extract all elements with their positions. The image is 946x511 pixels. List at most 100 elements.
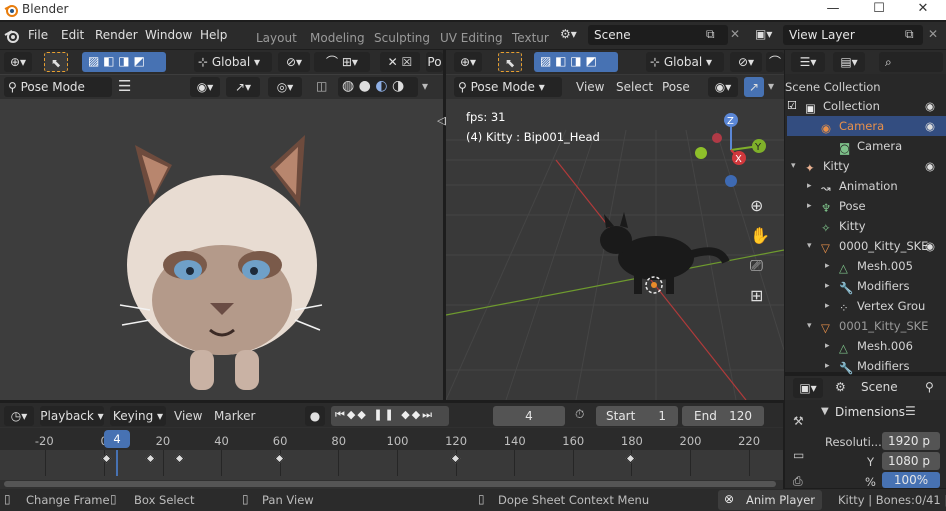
snap-toggle-icon[interactable]: ⌒ ⊞▾ [314,52,370,72]
timeline-menu-marker[interactable]: Marker [214,409,255,423]
resolution-percent-field[interactable]: 100% [882,472,940,488]
outliner-row[interactable]: ◉ Camera ◉ [787,116,946,136]
outliner-row[interactable]: ▸ ⁘ Vertex Grou [787,296,946,316]
transform-orientation-dropdown-right[interactable]: ⊹ Global ▾ [646,52,724,72]
maximize-button[interactable]: ☐ [856,0,902,20]
workspace-tab-uv-editing[interactable]: UV Editing [440,31,503,45]
expand-toggle-icon[interactable]: ▸ [807,176,812,196]
expand-toggle-icon[interactable]: ▾ [807,236,812,256]
timeline-editor-type-icon[interactable]: ◷▾ [4,406,34,426]
dimensions-expand-icon[interactable]: ▼ [821,406,829,417]
workspace-tab-layout[interactable]: Layout [256,31,297,45]
menu-help[interactable]: Help [200,28,227,42]
viewport-menu-pose[interactable]: Pose [662,80,690,94]
visibility-eye-icon[interactable]: ◉ [925,96,935,116]
close-window-button[interactable]: ✕ [900,0,946,20]
outliner-row[interactable]: ▸ 🔧 Modifiers [787,356,946,376]
viewport-menu-select[interactable]: Select [616,80,653,94]
transform-orientation-dropdown[interactable]: ⊹ Global ▾ [194,52,272,72]
zoom-icon[interactable]: ⊕ [750,196,763,215]
outliner-editor-type-icon[interactable]: ☰▾ [791,52,825,72]
mode-dropdown-right[interactable]: ⚲ Pose Mode ▾ [454,77,562,97]
select-tool-icon-right[interactable]: ⬉ [498,52,522,72]
workspace-tab-texture[interactable]: Textur [512,31,549,45]
gizmo-toggle-icon[interactable]: ↗▾ [226,77,260,97]
current-frame-field[interactable]: 4 [493,406,565,426]
pin-icon[interactable]: ⚲ [925,380,934,394]
mode-dropdown[interactable]: ⚲ Pose Mode [4,77,112,97]
timeline-menu-view[interactable]: View [174,409,202,423]
menu-window[interactable]: Window [145,28,192,42]
snap-toggle-icon-right[interactable]: ⌒ [766,52,784,72]
minimize-button[interactable]: — [810,0,856,20]
outliner-row[interactable]: ◙ Camera [787,136,946,156]
playhead-handle[interactable]: 4 [104,430,130,448]
expand-toggle-icon[interactable]: ▾ [791,156,796,176]
selection-mode-group-right[interactable]: ▨ ◧ ◨ ◩ [534,52,618,72]
tool-tab-icon[interactable]: ⚒ [793,414,804,428]
outliner-row[interactable]: ▸ ♆ Pose [787,196,946,216]
viewport-menu-view[interactable]: View [576,80,604,94]
hamburger-menu-icon[interactable]: ☰ [118,77,131,95]
playback-menu[interactable]: Playback ▾ [40,406,104,426]
workspace-tab-modeling[interactable]: Modeling [310,31,365,45]
select-tool-icon[interactable]: ⬉ [44,52,68,72]
outliner-row[interactable]: ▸ △ Mesh.005 [787,256,946,276]
expand-toggle-icon[interactable]: ▾ [807,316,812,336]
shading-dropdown-icon[interactable]: ▾ [422,79,428,93]
expand-toggle-icon[interactable]: ▸ [825,296,830,316]
new-scene-icon[interactable]: ⧉ [706,27,715,42]
expand-toggle-icon[interactable]: ▸ [825,356,830,376]
pivot-point-icon-right[interactable]: ⊘▾ [730,52,762,72]
right-3d-viewport[interactable]: ⊕▾ ⬉ ▨ ◧ ◨ ◩ ⊹ Global ▾ ⊘▾ ⌒ ⚲ Pose Mode… [446,50,784,400]
selection-mode-group[interactable]: ▨ ◧ ◨ ◩ [82,52,166,72]
overlay-toggle-icon[interactable]: ◎▾ [268,77,302,97]
visibility-eye-icon[interactable]: ◉ [925,156,935,176]
gizmo-toggle-icon-right[interactable]: ↗ [744,77,764,97]
start-frame-field[interactable]: Start 1 [596,406,678,426]
end-frame-field[interactable]: End 120 [682,406,764,426]
expand-toggle-icon[interactable]: ▸ [825,276,830,296]
shading-mode-group[interactable]: ◍ ● ◐ ◑ [338,77,418,97]
preview-range-icon[interactable]: ⏱ [575,407,584,422]
exclude-checkbox[interactable]: ☑ [787,96,797,116]
overlay-dropdown-icon-right[interactable]: ▾ [768,79,774,93]
dimensions-section-title[interactable]: Dimensions [835,405,905,419]
menu-file[interactable]: File [28,28,48,42]
presets-list-icon[interactable]: ☰ [905,404,916,418]
playback-controls[interactable]: ⏮◆◆ ❚❚ ◆◆⏭ [331,406,449,426]
menu-render[interactable]: Render [95,28,138,42]
ortho-grid-icon[interactable]: ⊞ [750,286,763,305]
pan-hand-icon[interactable]: ✋ [750,226,770,245]
expand-toggle-icon[interactable]: ▸ [825,256,830,276]
outliner-display-mode-icon[interactable]: ▤▾ [833,52,865,72]
camera-view-icon[interactable]: ⎚ [750,256,763,276]
expand-toggle-icon[interactable]: ▸ [807,196,812,216]
viewport-visibility-icon[interactable]: ◉▾ [190,77,220,97]
outliner-row[interactable]: ▸ 🔧 Modifiers [787,276,946,296]
editor-type-button-right[interactable]: ⊕▾ [454,52,482,72]
outliner-row[interactable]: ▸ △ Mesh.006 [787,336,946,356]
outliner-row[interactable]: ✧ Kitty [787,216,946,236]
anim-player-button[interactable]: ⊗ Anim Player [718,490,822,510]
output-tab-icon[interactable]: ⎙ [793,474,803,489]
outliner-row[interactable]: ▸ ↝ Animation [787,176,946,196]
resolution-y-field[interactable]: 1080 p [882,452,940,470]
outliner-search-icon[interactable]: ⌕ [879,52,943,72]
outliner-row[interactable]: ☑ ▣ Collection ◉ [787,96,946,116]
outliner-row[interactable]: ▾ ▽ 0001_Kitty_SKE [787,316,946,336]
visibility-eye-icon[interactable]: ◉ [925,116,935,136]
record-toggle-icon[interactable]: ● [305,406,325,426]
menu-edit[interactable]: Edit [61,28,84,42]
visibility-eye-icon[interactable]: ◉ [925,236,935,256]
pivot-point-icon[interactable]: ⊘▾ [278,52,310,72]
expand-toggle-icon[interactable]: ▸ [825,336,830,356]
properties-editor-type-icon[interactable]: ▣▾ [793,378,823,398]
outliner-row[interactable]: ▾ ✦ Kitty ◉ [787,156,946,176]
resolution-x-field[interactable]: 1920 p [882,432,940,450]
new-view-layer-icon[interactable]: ⧉ [905,27,914,42]
editor-type-button[interactable]: ⊕▾ [4,52,32,72]
outliner-scene-collection[interactable]: Scene Collection [785,80,881,94]
outliner-row[interactable]: ▾ ▽ 0000_Kitty_SKE ◉ [787,236,946,256]
xray-toggle-icon[interactable]: ◫ [316,79,327,93]
